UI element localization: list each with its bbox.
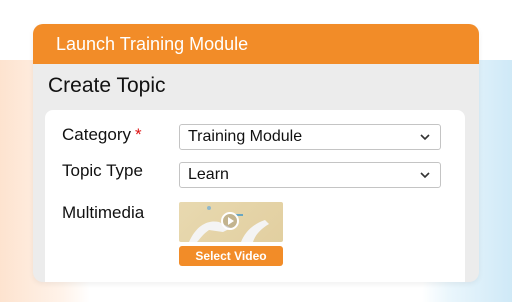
window-title: Launch Training Module — [56, 33, 249, 54]
category-label: Category * — [62, 125, 142, 145]
topic-type-select[interactable]: Learn — [179, 162, 441, 188]
play-icon — [221, 212, 239, 230]
video-thumbnail[interactable] — [179, 202, 283, 242]
topic-type-label: Topic Type — [62, 161, 143, 181]
topic-type-select-value: Learn — [188, 166, 229, 183]
topic-type-label-text: Topic Type — [62, 161, 143, 180]
required-asterisk: * — [134, 125, 142, 144]
multimedia-label: Multimedia — [62, 203, 144, 223]
dialog-window: Launch Training Module Create Topic Cate… — [33, 24, 479, 282]
chevron-down-icon — [420, 134, 430, 141]
chevron-down-icon — [420, 172, 430, 179]
select-video-button[interactable]: Select Video — [179, 246, 283, 266]
category-select-value: Training Module — [188, 128, 303, 145]
window-title-bar: Launch Training Module — [33, 24, 479, 64]
category-select[interactable]: Training Module — [179, 124, 441, 150]
page-title: Create Topic — [33, 64, 479, 108]
multimedia-label-text: Multimedia — [62, 203, 145, 222]
page-heading: Create Topic — [48, 74, 166, 97]
form-panel: Category * Training Module Topic Type Lea… — [45, 110, 465, 282]
category-label-text: Category — [62, 125, 131, 144]
